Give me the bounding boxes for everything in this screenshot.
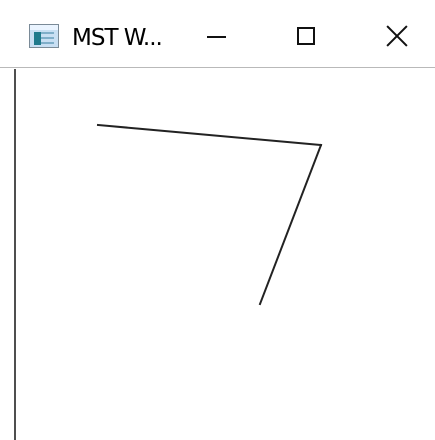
tree-edge-diagonal: [258, 143, 323, 306]
window-title: MST W...: [72, 25, 163, 51]
maximize-icon: [297, 27, 315, 45]
application-icon: [29, 24, 59, 48]
close-icon: [385, 24, 409, 48]
title-bar[interactable]: MST W...: [0, 0, 435, 68]
tree-edge-top: [96, 123, 323, 147]
close-button[interactable]: [352, 0, 435, 68]
drawing-canvas[interactable]: [14, 69, 435, 440]
graph-drawing: [96, 123, 323, 306]
minimize-icon: [207, 36, 226, 38]
minimize-button[interactable]: [172, 0, 262, 68]
maximize-button[interactable]: [262, 0, 352, 68]
app-window: MST W...: [0, 0, 435, 440]
